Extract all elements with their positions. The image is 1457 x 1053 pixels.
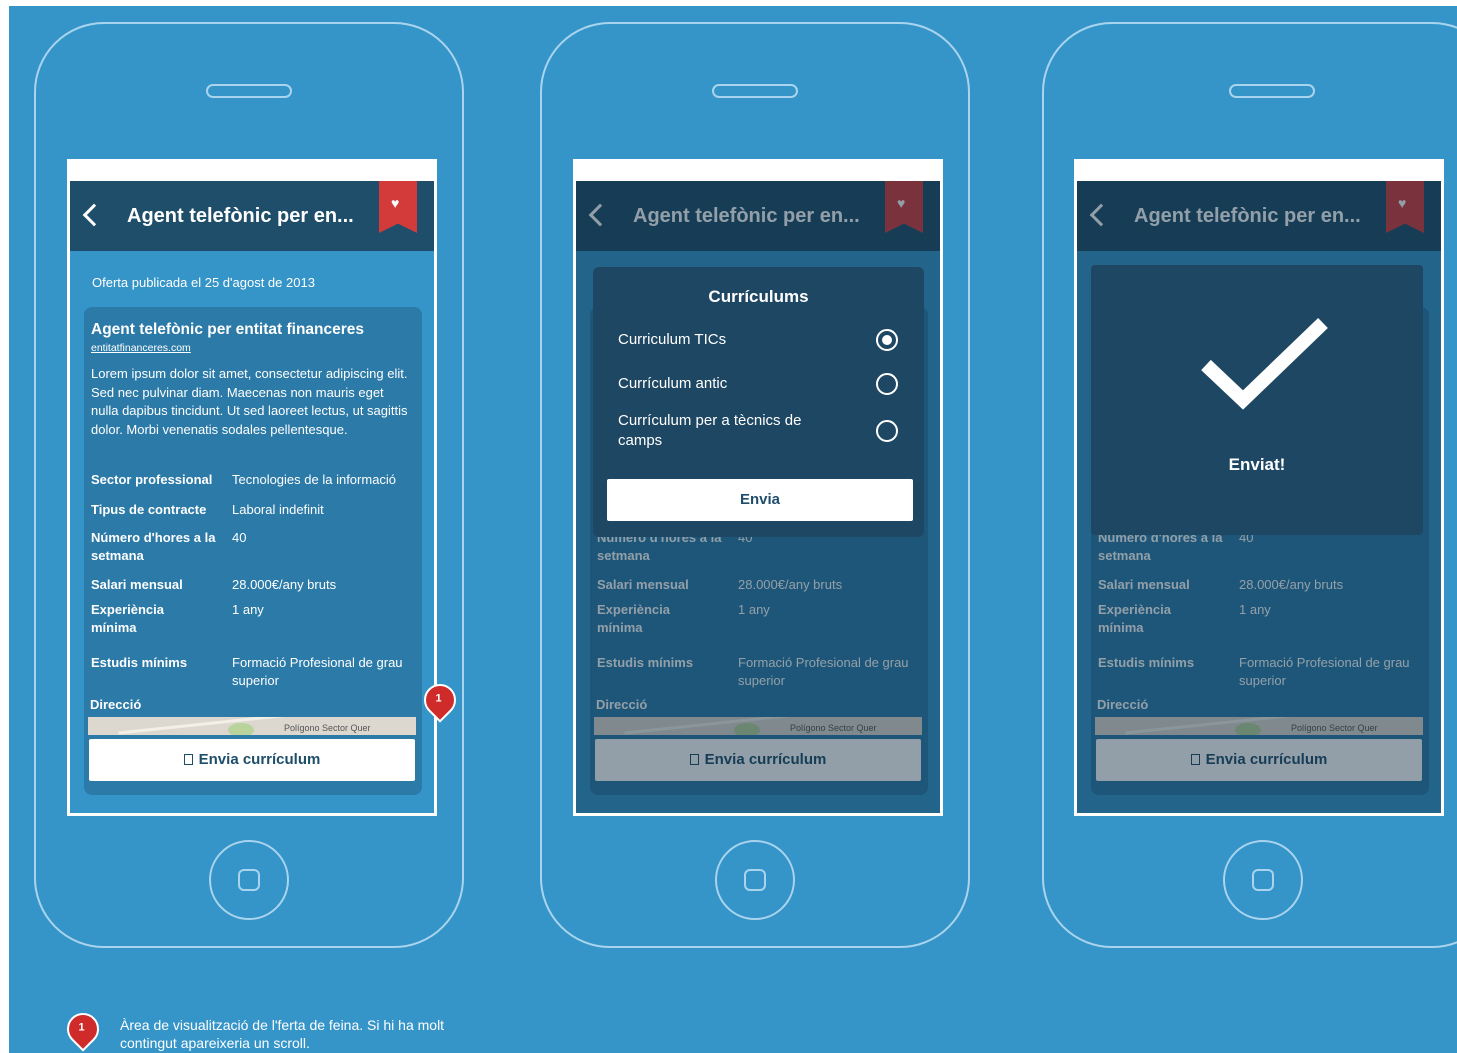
- app-title: Agent telefònic per en...: [127, 205, 354, 227]
- radio-selected-icon[interactable]: [876, 329, 898, 351]
- detail-value: 40: [232, 530, 247, 545]
- legend-text: Àrea de visualització de l'ferta de fein…: [120, 1017, 445, 1051]
- detail-label: Sector professional: [91, 472, 213, 487]
- cv-option-label: Curriculum TICs: [618, 331, 727, 348]
- screen-sent-confirmation: Agent telefònic per en... ♥ Oferta publi…: [1074, 159, 1444, 816]
- map-park: [228, 723, 254, 735]
- heart-icon: ♥: [391, 195, 400, 211]
- success-message: Enviat!: [1228, 455, 1286, 474]
- home-square-icon: [238, 869, 260, 891]
- home-button[interactable]: [715, 840, 795, 920]
- radio-empty-icon[interactable]: [876, 420, 898, 442]
- send-cv-label: Envia currículum: [198, 751, 321, 768]
- phone-speaker: [712, 84, 798, 98]
- phone-speaker: [206, 84, 292, 98]
- screen-job-offer: Agent telefònic per en... ♥ Oferta publi…: [67, 159, 437, 816]
- legend-number: 1: [78, 1021, 85, 1034]
- detail-label: Estudis mínims: [91, 655, 188, 670]
- page-left-strip: [0, 0, 9, 1053]
- detail-label: Tipus de contracte: [91, 502, 207, 517]
- map-label: Polígono Sector Quer: [284, 723, 371, 733]
- cv-selection-modal: Currículums Curriculum TICs Currículum ant…: [593, 267, 924, 537]
- app-view: Agent telefònic per en... ♥ Oferta publi…: [70, 181, 434, 813]
- app-view: Agent telefònic per en... ♥ Oferta publi…: [576, 181, 940, 813]
- company-link[interactable]: entitatfinanceres.com: [91, 342, 191, 354]
- job-card: Agent telefònic per entitat financeres e…: [84, 307, 422, 795]
- radio-dot: [882, 335, 892, 345]
- home-button[interactable]: [209, 840, 289, 920]
- job-description: Lorem ipsum dolor sit amet, consectetur …: [91, 366, 408, 437]
- success-dialog: Enviat!: [1091, 265, 1423, 535]
- detail-value: Laboral indefinit: [232, 502, 324, 517]
- bookmark-button[interactable]: ♥: [379, 181, 417, 233]
- detail-value: 28.000€/any bruts: [232, 577, 337, 592]
- job-title: Agent telefònic per entitat financeres: [91, 321, 365, 338]
- cv-option-label: Currículum antic: [618, 375, 728, 392]
- home-square-icon: [1252, 869, 1274, 891]
- page-top-strip: [0, 0, 1457, 6]
- check-icon: [1201, 317, 1328, 410]
- detail-value: 1 any: [232, 602, 264, 617]
- cv-option-label: Currículum per a tècnics de camps: [618, 412, 802, 449]
- annotation-number: 1: [435, 692, 442, 705]
- detail-label: Salari mensual: [91, 577, 183, 592]
- home-square-icon: [744, 869, 766, 891]
- detail-value: Formació Profesional de grau superior: [232, 655, 403, 688]
- address-label: Direcció: [90, 697, 142, 712]
- app-view: Agent telefònic per en... ♥ Oferta publi…: [1077, 181, 1441, 813]
- map-preview[interactable]: Polígono Sector Quer: [88, 717, 416, 735]
- envia-button[interactable]: Envia: [607, 479, 913, 521]
- detail-label: Número d'hores a la setmana: [91, 530, 216, 563]
- document-icon: [183, 754, 193, 765]
- app-bar: Agent telefònic per en... ♥: [70, 181, 434, 251]
- legend-marker: 1: [60, 1006, 106, 1052]
- home-button[interactable]: [1223, 840, 1303, 920]
- send-cv-button[interactable]: Envia currículum: [89, 739, 415, 781]
- phone-speaker: [1229, 84, 1315, 98]
- radio-empty-icon[interactable]: [876, 373, 898, 395]
- published-date: Oferta publicada el 25 d'agost de 2013: [92, 275, 315, 290]
- detail-label: Experiència mínima: [91, 602, 164, 635]
- chevron-left-icon[interactable]: [82, 203, 106, 227]
- screen-cv-selection: Agent telefònic per en... ♥ Oferta publi…: [573, 159, 943, 816]
- detail-value: Tecnologies de la informació: [232, 472, 397, 487]
- modal-title: Currículums: [708, 287, 809, 306]
